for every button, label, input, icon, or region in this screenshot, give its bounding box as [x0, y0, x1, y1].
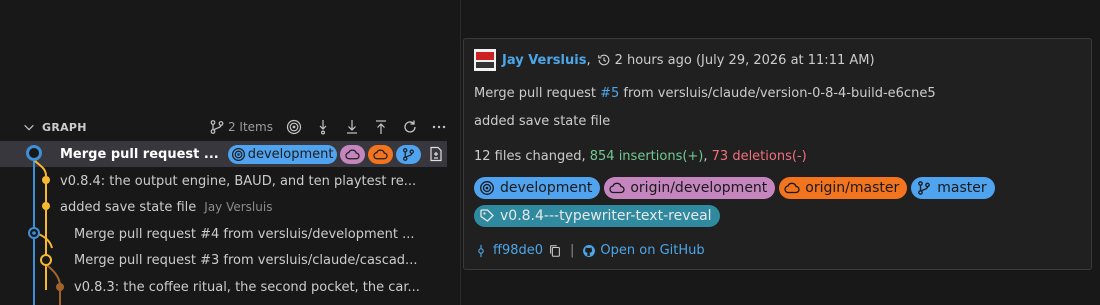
badge-origin-master[interactable]: origin/master: [779, 177, 908, 199]
merge-node-center: [32, 231, 36, 235]
commit-title: v0.8.3: the coffee ritual, the second po…: [74, 279, 420, 295]
author-link[interactable]: Jay Versluis: [502, 53, 586, 68]
target-icon: [480, 181, 494, 195]
badge-label: origin/master: [805, 180, 900, 196]
commit-icon: [478, 244, 484, 257]
more-icon: [432, 125, 446, 129]
tag-badges: v0.8.4---typewriter-text-reveal: [474, 205, 720, 227]
history-icon: [597, 54, 609, 66]
target-icon: [231, 147, 245, 161]
author-comma: ,: [586, 52, 591, 68]
cloud-icon: [609, 182, 625, 194]
commit-author: Jay Versluis: [204, 200, 273, 214]
commit-node[interactable]: [42, 176, 50, 184]
badge-master[interactable]: [396, 144, 422, 164]
commit-graph: [26, 145, 64, 305]
github-icon: [583, 244, 596, 257]
badge-origin-master[interactable]: [368, 144, 394, 164]
card-header: Jay Versluis , 2 hours ago (July 29, 202…: [474, 49, 875, 71]
graph-toolbar: 2 Items: [209, 116, 447, 138]
push-icon: [376, 120, 386, 134]
badge-origin-development[interactable]: [340, 144, 366, 164]
chevron-down-icon[interactable]: [22, 120, 36, 134]
commit-title: Merge pull request #3 from versluis/clau…: [74, 252, 418, 268]
commit-message-prefix: Merge pull request: [474, 86, 601, 101]
branch-icon: [210, 120, 224, 134]
branch-icon: [403, 147, 415, 161]
commit-message: Merge pull request #5 from versluis/clau…: [474, 86, 936, 101]
open-changes-icon[interactable]: [428, 146, 444, 162]
badge-label: origin/development: [630, 180, 768, 196]
pull-button[interactable]: [344, 119, 360, 135]
badge-development[interactable]: development: [227, 144, 338, 164]
copy-icon[interactable]: [548, 244, 562, 258]
insertions: 854 insertions(+): [589, 149, 704, 164]
commit-hover-card: Jay Versluis , 2 hours ago (July 29, 202…: [463, 38, 1092, 270]
graph-items-count: 2 Items: [227, 120, 273, 134]
pull-icon: [347, 120, 357, 134]
commit-title: v0.8.4: the output engine, BAUD, and ten…: [60, 173, 417, 189]
more-actions-button[interactable]: [431, 119, 447, 135]
commit-node[interactable]: [42, 202, 50, 210]
target-icon: [286, 119, 302, 135]
badge-development-label: development: [247, 146, 334, 162]
badge-label: development: [500, 180, 593, 196]
card-footer: ff98de0 | Open on GitHub: [474, 243, 705, 258]
refresh-icon: [404, 120, 416, 133]
badge-tag[interactable]: v0.8.4---typewriter-text-reveal: [474, 205, 720, 227]
target-button[interactable]: [286, 119, 302, 135]
push-button[interactable]: [373, 119, 389, 135]
pr-link[interactable]: #5: [600, 86, 619, 101]
commit-message-suffix: from versluis/claude/version-0-8-4-build…: [619, 86, 936, 101]
deletions: 73 deletions(-): [711, 149, 807, 164]
commit-sha[interactable]: ff98de0: [493, 243, 543, 258]
open-on-github-link[interactable]: Open on GitHub: [600, 243, 704, 258]
badge-label: master: [937, 180, 987, 196]
badge-origin-development[interactable]: origin/development: [604, 177, 776, 199]
commit-stats: 12 files changed, 854 insertions(+), 73 …: [474, 149, 807, 164]
tag-icon: [480, 209, 494, 222]
graph-section-header[interactable]: GRAPH 2 Items: [22, 116, 447, 138]
commit-time: 2 hours ago (July 29, 2026 at 11:11 AM): [614, 52, 875, 68]
commit-body-text: added save state file: [474, 114, 611, 129]
commit-title: Merge pull request #4 from versluis/deve…: [74, 226, 415, 242]
cloud-icon: [784, 182, 800, 194]
footer-separator: |: [570, 243, 575, 258]
badge-label: v0.8.4---typewriter-text-reveal: [500, 208, 712, 224]
fetch-icon: [319, 120, 327, 135]
cloud-icon: [373, 149, 389, 159]
graph-section-title: GRAPH: [42, 120, 87, 134]
badge-development[interactable]: development: [474, 177, 601, 199]
stats-separator: ,: [703, 149, 712, 164]
commit-title: Merge pull request ...: [60, 146, 219, 162]
files-changed: 12 files changed,: [474, 149, 590, 164]
cloud-icon: [345, 149, 361, 159]
merge-node[interactable]: [40, 254, 52, 266]
badge-master[interactable]: master: [911, 177, 995, 199]
branch-icon: [918, 181, 931, 195]
commit-body: added save state file: [474, 114, 610, 129]
commit-title: added save state file: [60, 199, 197, 215]
head-commit-node[interactable]: [26, 145, 42, 161]
source-control-panel: GRAPH 2 Items Merge pull request ... dev…: [0, 0, 460, 305]
ref-badges: development origin/development origin/ma…: [474, 177, 995, 199]
avatar: [474, 49, 496, 71]
graph-items-filter[interactable]: 2 Items: [209, 119, 273, 135]
commit-node[interactable]: [56, 283, 64, 291]
refresh-button[interactable]: [402, 119, 418, 135]
fetch-button[interactable]: [315, 119, 331, 135]
